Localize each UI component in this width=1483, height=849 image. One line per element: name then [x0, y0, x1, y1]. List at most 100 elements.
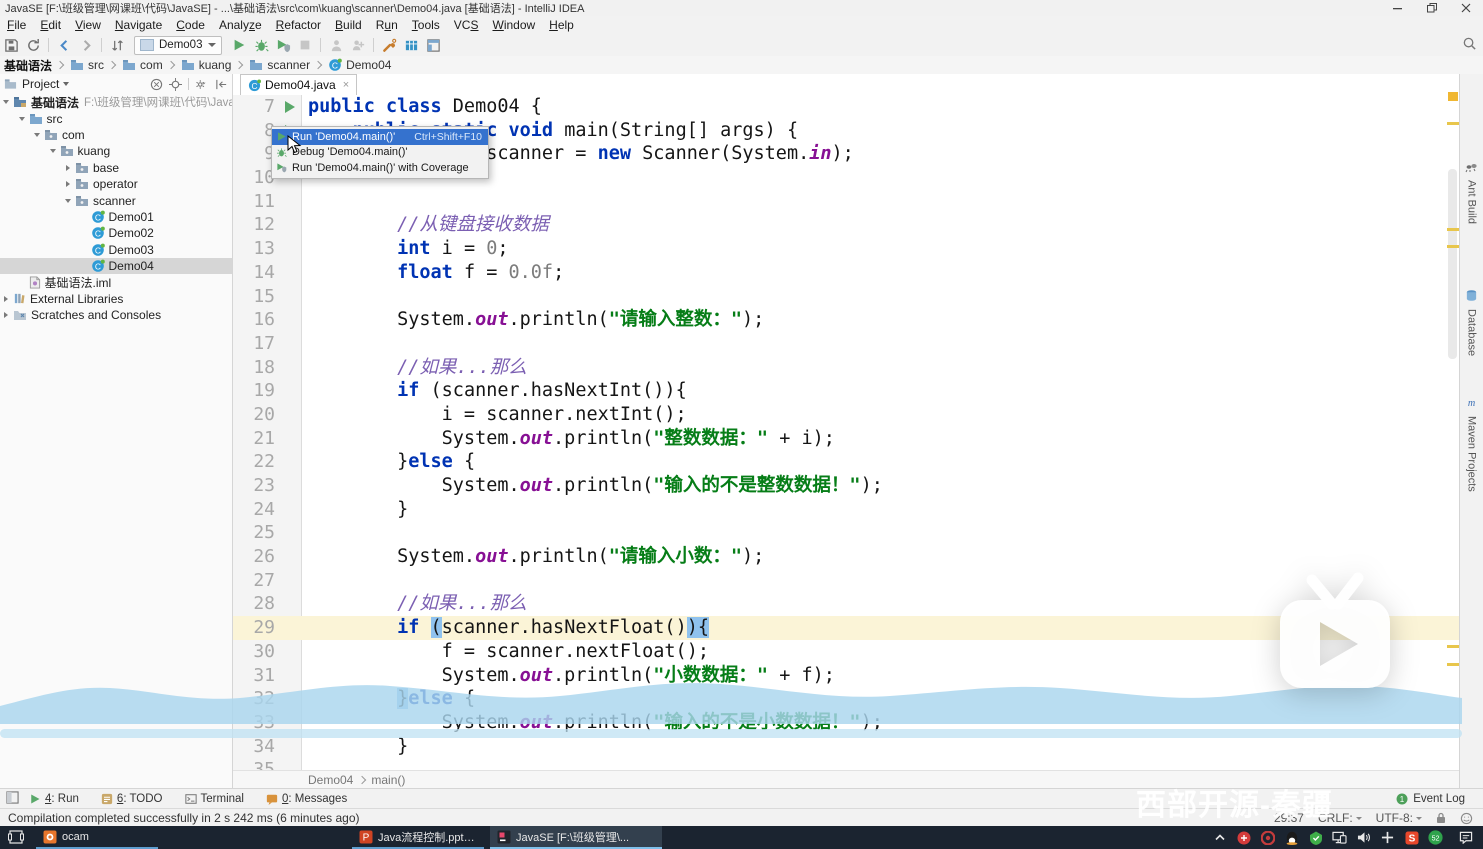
- code-line[interactable]: 15: [233, 285, 1460, 309]
- gear-icon[interactable]: [195, 78, 209, 91]
- minimize-button[interactable]: [1381, 0, 1415, 16]
- search-everywhere-icon[interactable]: [1462, 36, 1477, 56]
- tree-chevron-icon[interactable]: [34, 132, 40, 137]
- tree-item-Demo03[interactable]: C Demo03: [0, 242, 232, 258]
- ime-cross-icon[interactable]: [1380, 830, 1395, 845]
- tree-item-src[interactable]: src: [0, 110, 232, 126]
- toolwindow-button-terminal[interactable]: Terminal: [184, 793, 244, 805]
- code-line[interactable]: 16 System.out.println("请输入整数：");: [233, 308, 1460, 332]
- tree-item-Demo02[interactable]: C Demo02: [0, 225, 232, 241]
- menu-item-view[interactable]: View: [68, 18, 108, 32]
- taskbar-app-ppt[interactable]: P Java流程控制.pptx - ...: [352, 826, 484, 849]
- tool-stripe-database[interactable]: Database: [1460, 289, 1483, 356]
- hide-panel-icon[interactable]: [215, 78, 228, 91]
- tree-item-Scratches and Consoles[interactable]: Scratches and Consoles: [0, 307, 232, 323]
- sogou-icon[interactable]: S: [1404, 830, 1419, 845]
- chevron-up-icon[interactable]: [1212, 830, 1227, 845]
- notifications-icon[interactable]: [1458, 830, 1473, 845]
- tree-item-com[interactable]: com: [0, 127, 232, 143]
- event-log-button[interactable]: 1 Event Log: [1396, 793, 1465, 805]
- warning-stripe-mark[interactable]: [1447, 228, 1459, 231]
- menu-item-file[interactable]: File: [0, 18, 33, 32]
- taskbar-app-ocam[interactable]: ocam: [36, 826, 158, 849]
- code-line[interactable]: 23 System.out.println("输入的不是整数数据！");: [233, 474, 1460, 498]
- breadcrumb-item-kuang[interactable]: kuang: [177, 58, 234, 72]
- battery-52-icon[interactable]: 52: [1428, 830, 1443, 845]
- toolwindow-button-4run[interactable]: 4: Run: [29, 793, 79, 805]
- editor-breadcrumb-item[interactable]: Demo04: [305, 773, 356, 787]
- tree-item-scanner[interactable]: scanner: [0, 192, 232, 208]
- qq-icon[interactable]: [1284, 830, 1299, 845]
- menu-item-run[interactable]: Run 'Demo04.main()' with Coverage: [272, 160, 488, 176]
- scrollbar-thumb[interactable]: [1448, 169, 1457, 359]
- code-line[interactable]: 11: [233, 190, 1460, 214]
- code-line[interactable]: 17: [233, 332, 1460, 356]
- save-icon[interactable]: [0, 35, 22, 55]
- code-line[interactable]: 13 int i = 0;: [233, 237, 1460, 261]
- screwdriver-icon[interactable]: [378, 35, 400, 55]
- run-configuration-select[interactable]: Demo03: [134, 35, 223, 55]
- code-line[interactable]: 14 float f = 0.0f;: [233, 261, 1460, 285]
- menu-item-refactor[interactable]: Refactor: [269, 18, 328, 32]
- attach-icon[interactable]: [347, 35, 369, 55]
- editor-breadcrumb-item[interactable]: main(): [368, 773, 408, 787]
- tree-item-kuang[interactable]: kuang: [0, 143, 232, 159]
- editor-tab-demo04[interactable]: C Demo04.java ×: [240, 74, 358, 95]
- tree-item-Demo01[interactable]: C Demo01: [0, 209, 232, 225]
- menu-item-run[interactable]: Run: [369, 18, 405, 32]
- code-line[interactable]: 34 }: [233, 735, 1460, 759]
- encoding-select[interactable]: UTF-8:: [1376, 811, 1422, 825]
- tree-chevron-icon[interactable]: [4, 312, 8, 319]
- code-line[interactable]: 24 }: [233, 498, 1460, 522]
- code-line[interactable]: 7 public class Demo04 {: [233, 95, 1460, 119]
- display-icon[interactable]: [1332, 830, 1347, 845]
- menu-item-edit[interactable]: Edit: [33, 18, 68, 32]
- tree-item-operator[interactable]: operator: [0, 176, 232, 192]
- code-line[interactable]: 21 System.out.println("整数数据：" + i);: [233, 427, 1460, 451]
- menu-item-debug[interactable]: Debug 'Demo04.main()': [272, 145, 488, 161]
- tree-chevron-icon[interactable]: [82, 247, 86, 253]
- security-icon[interactable]: [1308, 830, 1323, 845]
- breadcrumb-item-基础语法[interactable]: 基础语法: [0, 57, 54, 74]
- menu-item-tools[interactable]: Tools: [405, 18, 447, 32]
- warning-stripe-mark[interactable]: [1447, 645, 1459, 648]
- tree-chevron-icon[interactable]: [3, 100, 9, 105]
- restore-button[interactable]: [1415, 0, 1449, 16]
- tree-item-Demo04[interactable]: C Demo04: [0, 257, 232, 275]
- tree-item-External Libraries[interactable]: External Libraries: [0, 291, 232, 307]
- coverage-icon[interactable]: [272, 35, 294, 55]
- code-line[interactable]: 22 }else {: [233, 450, 1460, 474]
- menu-item-run[interactable]: Run 'Demo04.main()' Ctrl+Shift+F10: [272, 129, 488, 145]
- taskbar-app-idea[interactable]: JavaSE [F:\班级管理\...: [490, 826, 662, 849]
- code-line[interactable]: 25: [233, 521, 1460, 545]
- breadcrumb-item-src[interactable]: src: [66, 58, 106, 72]
- project-panel-title[interactable]: Project: [22, 77, 59, 91]
- layout-icon[interactable]: [422, 35, 444, 55]
- highlighting-level-icon[interactable]: [1460, 812, 1473, 825]
- warning-stripe-mark[interactable]: [1448, 92, 1458, 101]
- tree-chevron-icon[interactable]: [82, 214, 86, 220]
- menu-item-analyze[interactable]: Analyze: [212, 18, 269, 32]
- warning-stripe-mark[interactable]: [1447, 245, 1459, 248]
- debug-icon[interactable]: [250, 35, 272, 55]
- warning-stripe-mark[interactable]: [1447, 122, 1459, 125]
- tool-window-switcher-icon[interactable]: [6, 791, 19, 807]
- stop-icon[interactable]: [294, 35, 316, 55]
- breadcrumb-item-Demo04[interactable]: C Demo04: [324, 58, 393, 72]
- code-line[interactable]: 35: [233, 758, 1460, 770]
- tree-item-基础语法.iml[interactable]: 基础语法.iml: [0, 274, 232, 290]
- tree-chevron-icon[interactable]: [18, 116, 25, 121]
- tree-item-基础语法[interactable]: 基础语法 F:\班级管理\网课班\代码\JavaSE\基础: [0, 94, 232, 110]
- tool-stripe-maven-projects[interactable]: m Maven Projects: [1460, 396, 1483, 492]
- forward-icon[interactable]: [75, 35, 97, 55]
- task-view-button[interactable]: [8, 829, 24, 849]
- close-tab-icon[interactable]: ×: [343, 79, 349, 91]
- tree-chevron-icon[interactable]: [66, 164, 70, 171]
- red-app-icon[interactable]: [1236, 830, 1251, 845]
- code-line[interactable]: 18 //如果...那么: [233, 356, 1460, 380]
- close-button[interactable]: [1449, 0, 1483, 16]
- code-line[interactable]: 20 i = scanner.nextInt();: [233, 403, 1460, 427]
- run-icon[interactable]: [228, 35, 250, 55]
- code-line[interactable]: 26 System.out.println("请输入小数：");: [233, 545, 1460, 569]
- tree-chevron-icon[interactable]: [20, 279, 24, 285]
